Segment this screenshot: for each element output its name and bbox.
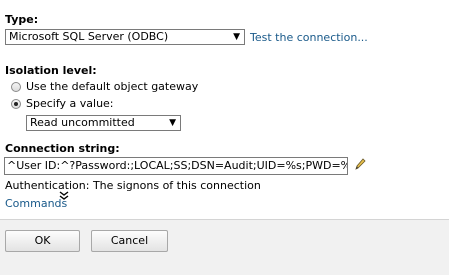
isolation-label: Isolation level: [5,64,97,77]
double-chevron-down-icon[interactable] [59,191,69,201]
type-select[interactable]: Microsoft SQL Server (ODBC) ▼ [5,29,245,45]
dropdown-arrow-icon: ▼ [233,32,240,42]
connection-string-label: Connection string: [5,142,120,155]
isolation-select[interactable]: Read uncommitted ▼ [26,115,181,131]
test-connection-link[interactable]: Test the connection... [250,31,368,44]
connection-string-value: ^User ID:^?Password:;LOCAL;SS;DSN=Audit;… [7,159,348,172]
radio-specify-value-label: Specify a value: [26,97,114,110]
authentication-text: Authentication: The signons of this conn… [5,179,261,192]
radio-default-gateway[interactable] [11,82,21,92]
ok-button[interactable]: OK [5,230,80,252]
type-select-value: Microsoft SQL Server (ODBC) [9,30,169,43]
isolation-select-value: Read uncommitted [30,116,135,129]
dialog-footer: OK Cancel [0,219,449,275]
type-label: Type: [5,13,39,26]
cancel-button[interactable]: Cancel [91,230,168,252]
dropdown-arrow-icon: ▼ [169,118,176,128]
radio-specify-value[interactable] [11,99,21,109]
connection-string-input[interactable]: ^User ID:^?Password:;LOCAL;SS;DSN=Audit;… [4,157,348,175]
radio-default-gateway-label: Use the default object gateway [26,80,199,93]
commands-link[interactable]: Commands [5,197,67,210]
pencil-edit-icon[interactable] [354,157,366,171]
